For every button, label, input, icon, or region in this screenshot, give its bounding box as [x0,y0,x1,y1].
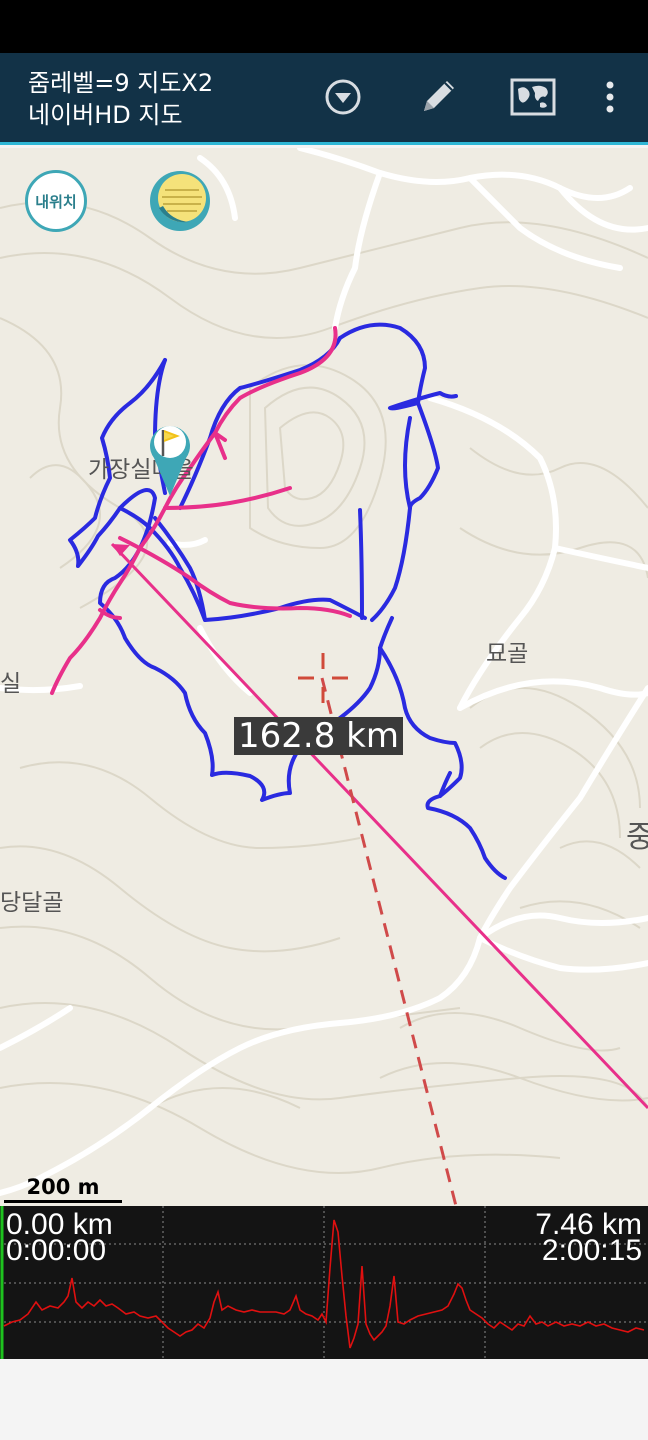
dropdown-button[interactable] [313,67,373,127]
scale-line [4,1200,122,1203]
map-label-sil: 실 [0,671,22,697]
overflow-menu-button[interactable] [580,67,640,127]
chevron-circle-down-icon [325,79,361,115]
end-time: 2:00:15 [541,1234,642,1267]
map-icon [510,78,556,116]
status-bar [0,0,648,53]
scale-bar: 200 m [4,1176,122,1203]
map-label-dangdalgol: 당달골 [0,890,64,916]
start-time: 0:00:00 [6,1234,107,1267]
notepad-icon [150,171,210,231]
overflow-menu-icon [606,81,614,113]
scale-label: 200 m [26,1175,100,1199]
waypoint-flag-marker[interactable] [146,418,194,498]
map-source-text: 네이버HD 지도 [28,101,183,129]
pencil-icon [424,81,454,111]
map-view[interactable]: 가장실마을 묘골 실 당달골 중 내위치 162.8 km 200 m [0,148,648,1206]
distance-to-target-label: 162.8 km [234,717,403,755]
map-layers-button[interactable] [503,67,563,127]
my-location-button[interactable]: 내위치 [25,170,87,232]
flag-pin-icon [150,426,190,496]
zoom-level-text: 줌레벨=9 지도X2 [28,69,214,97]
edit-button[interactable] [408,67,468,127]
my-location-label: 내위치 [35,192,77,211]
map-base-layer [0,148,648,1206]
map-label-jung: 중 [626,820,648,855]
app-toolbar: 줌레벨=9 지도X2 네이버HD 지도 [0,53,648,145]
map-label-myogol: 묘골 [486,641,529,667]
bottom-blank-area [0,1359,648,1440]
elevation-profile[interactable]: 0.00 km 0:00:00 7.46 km 2:00:15 [0,1206,648,1359]
notes-button[interactable] [149,170,211,232]
toolbar-title[interactable]: 줌레벨=9 지도X2 네이버HD 지도 [28,67,213,131]
